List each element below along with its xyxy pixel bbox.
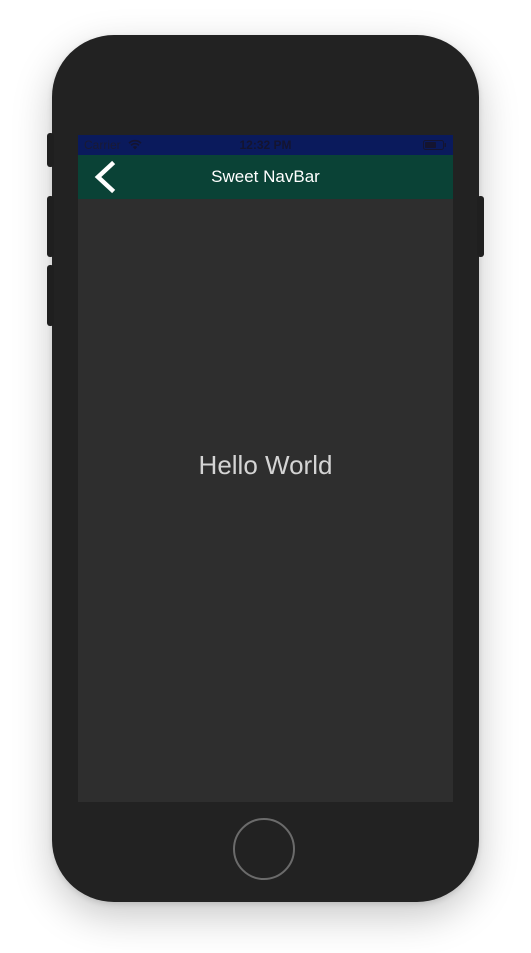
battery-icon (423, 140, 446, 150)
status-time: 12:32 PM (239, 138, 292, 152)
back-button[interactable] (86, 159, 126, 195)
chevron-left-icon (94, 160, 116, 194)
volume-up-button (47, 196, 54, 257)
hello-world-label: Hello World (198, 450, 333, 480)
screen: Carrier 12:32 PM Sweet NavBar Hello Worl… (78, 135, 453, 802)
volume-down-button (47, 265, 54, 326)
nav-title: Sweet NavBar (211, 167, 320, 186)
mute-switch (47, 133, 54, 167)
home-button[interactable] (233, 818, 295, 880)
power-button (477, 196, 484, 257)
status-bar: Carrier 12:32 PM (78, 135, 453, 155)
navigation-bar: Sweet NavBar (78, 155, 453, 199)
